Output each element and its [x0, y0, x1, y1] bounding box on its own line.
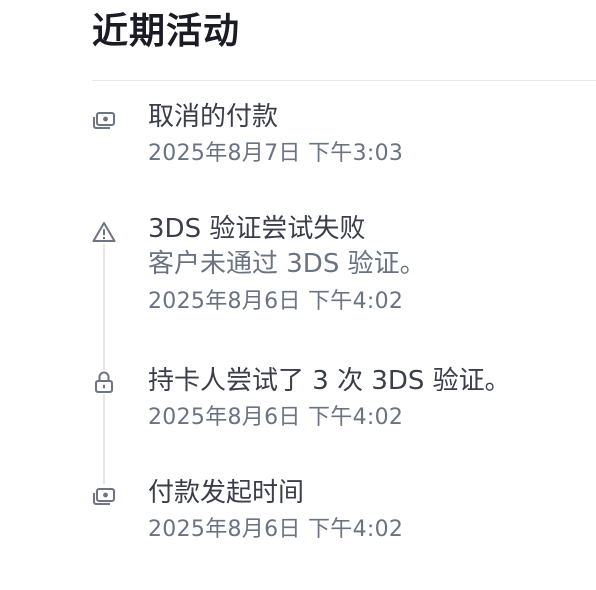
timeline-line: [103, 244, 105, 484]
activity-time: 2025年8月7日 下午3:03: [148, 141, 404, 166]
activity-title: 取消的付款: [148, 102, 279, 132]
payment-icon: [92, 484, 116, 508]
lock-icon: [92, 370, 116, 394]
activity-item-text: 3DS 验证尝试失败 客户未通过 3DS 验证。 2025年8月6日 下午4:0…: [148, 212, 588, 322]
warning-icon: [92, 220, 116, 244]
activity-time: 2025年8月6日 下午4:02: [148, 405, 404, 430]
activity-item-text: 取消的付款 2025年8月7日 下午3:03: [148, 100, 588, 174]
activity-description: 客户未通过 3DS 验证。: [148, 249, 426, 279]
activity-title: 3DS 验证尝试失败: [148, 214, 366, 244]
activity-item-text: 持卡人尝试了 3 次 3DS 验证。 2025年8月6日 下午4:02: [148, 364, 588, 438]
payment-icon: [92, 108, 116, 132]
activity-time: 2025年8月6日 下午4:02: [148, 289, 404, 314]
activity-time: 2025年8月6日 下午4:02: [148, 517, 404, 542]
activity-title: 持卡人尝试了 3 次 3DS 验证。: [148, 366, 511, 396]
activity-item-text: 付款发起时间 2025年8月6日 下午4:02: [148, 476, 588, 550]
activity-title: 付款发起时间: [148, 478, 305, 508]
title-divider: [92, 80, 596, 81]
page-title: 近期活动: [92, 11, 241, 52]
